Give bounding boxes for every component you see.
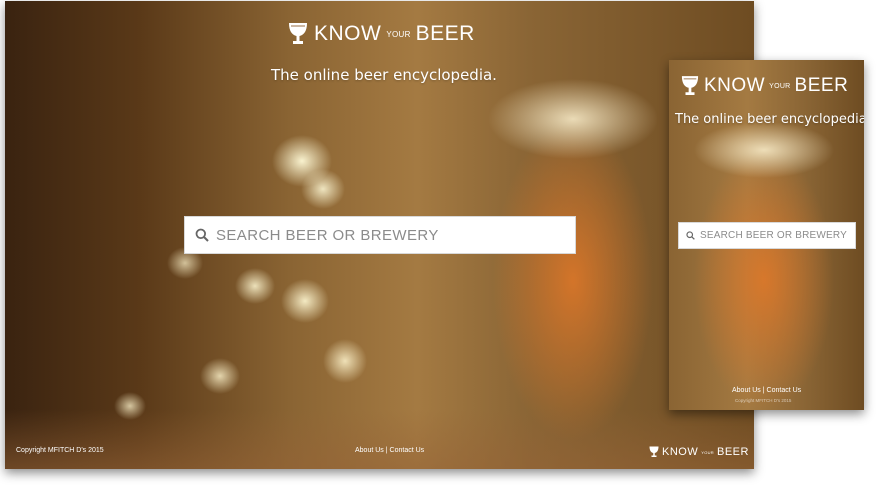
header-logo[interactable]: KNOW YOUR BEER [288,22,475,46]
beer-glass-icon [288,22,308,46]
tagline: The online beer encyclopedia. [271,66,497,84]
search-bar[interactable] [678,222,856,249]
search-bar[interactable] [184,216,576,254]
brand-know: KNOW [314,22,382,45]
contact-us-link[interactable]: Contact Us [390,447,425,454]
brand-beer: BEER [717,446,749,458]
desktop-screen: KNOW YOUR BEER The online beer encyclope… [5,1,754,469]
beer-glass-icon [681,75,699,97]
footer-separator: | [385,447,388,454]
brand-beer: BEER [794,75,849,96]
search-input[interactable] [216,226,575,244]
brand-beer: BEER [415,22,475,45]
mobile-screen: KNOW YOUR BEER The online beer encyclope… [669,60,864,410]
footer-links: About Us | Contact Us [355,447,424,454]
brand-your: YOUR [386,29,411,39]
about-us-link[interactable]: About Us [732,387,761,394]
brand-know: KNOW [704,75,766,96]
footer-separator: | [762,387,765,394]
brand-your: YOUR [769,82,791,90]
copyright-text: Copyright MFITCH D's 2015 [16,447,104,454]
copyright-text: Copyright MFITCH D's 2015 [735,398,792,403]
header-logo[interactable]: KNOW YOUR BEER [681,75,848,97]
search-icon [686,231,695,240]
brand-your: YOUR [701,449,714,455]
footer-links: About Us | Contact Us [732,387,801,394]
beer-glass-icon [649,446,659,458]
contact-us-link[interactable]: Contact Us [767,387,802,394]
tagline: The online beer encyclopedia. [675,112,864,127]
footer-logo[interactable]: KNOW YOUR BEER [649,446,749,458]
brand-know: KNOW [662,446,699,458]
search-icon [195,228,209,242]
about-us-link[interactable]: About Us [355,447,384,454]
search-input[interactable] [700,230,855,241]
